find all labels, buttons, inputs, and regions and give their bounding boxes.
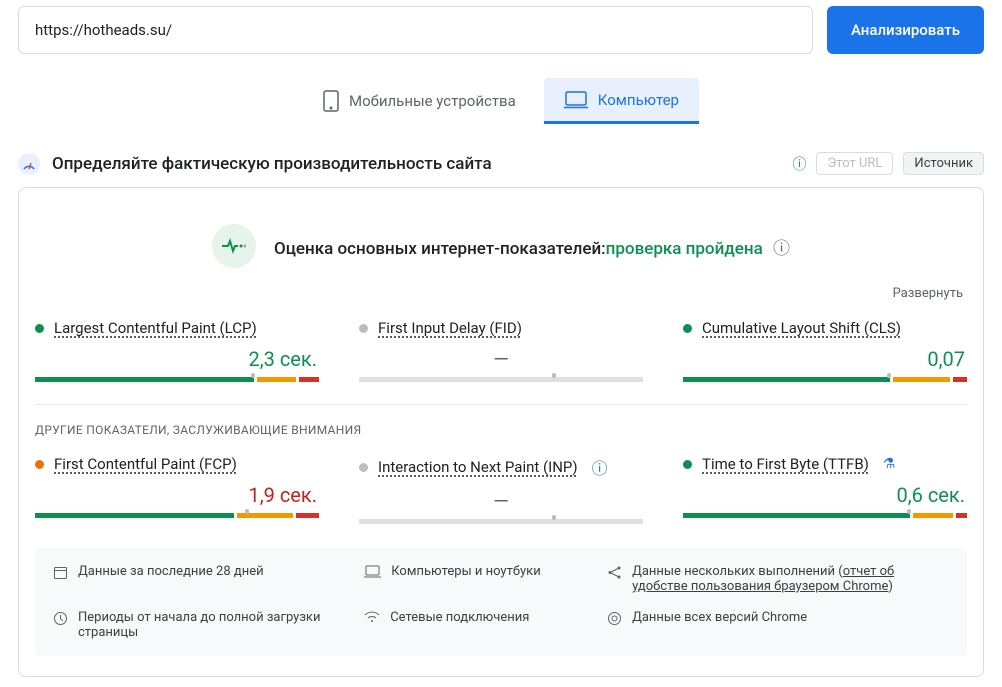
share-icon — [607, 565, 622, 580]
scope-pill-origin[interactable]: Источник — [903, 152, 984, 175]
ttfb-label[interactable]: Time to First Byte (TTFB) — [702, 455, 869, 473]
cls-bar — [683, 377, 967, 382]
inp-bar — [359, 519, 643, 524]
desktop-icon — [564, 91, 588, 109]
expand-link[interactable]: Развернуть — [39, 286, 963, 301]
lcp-bar — [35, 377, 319, 382]
clock-icon — [53, 611, 68, 626]
lcp-status-dot — [35, 324, 44, 333]
inp-status-dot — [359, 463, 368, 472]
inp-info-icon[interactable]: ⓘ — [592, 455, 608, 479]
info-icon[interactable]: ⓘ — [792, 154, 806, 174]
analyze-button[interactable]: Анализировать — [827, 6, 984, 54]
help-icon[interactable]: ⓘ — [773, 239, 790, 259]
wifi-icon — [364, 611, 380, 623]
tab-mobile-label: Мобильные устройства — [349, 92, 516, 110]
tab-desktop[interactable]: Компьютер — [544, 78, 699, 124]
fid-value: — — [361, 347, 641, 371]
metric-fcp: First Contentful Paint (FCP) 1,9 сек. — [35, 455, 319, 524]
section-title: Определяйте фактическую производительнос… — [52, 154, 780, 174]
mobile-icon — [323, 90, 339, 112]
cls-label[interactable]: Cumulative Layout Shift (CLS) — [702, 319, 901, 337]
fcp-label[interactable]: First Contentful Paint (FCP) — [54, 455, 237, 473]
calendar-icon — [53, 565, 68, 580]
footer-info: Данные за последние 28 дней Компьютеры и… — [35, 548, 967, 656]
vitals-icon — [212, 224, 256, 268]
metric-inp: Interaction to Next Paint (INP) ⓘ — — [359, 455, 643, 524]
fid-status-dot — [359, 324, 368, 333]
inp-label[interactable]: Interaction to Next Paint (INP) — [378, 458, 578, 476]
assessment-text: Оценка основных интернет-показателей:про… — [274, 234, 790, 259]
chrome-icon — [607, 611, 622, 626]
vitals-card: Оценка основных интернет-показателей:про… — [18, 187, 984, 677]
fid-label[interactable]: First Input Delay (FID) — [378, 319, 522, 337]
scope-pill-url[interactable]: Этот URL — [816, 152, 893, 175]
metric-lcp: Largest Contentful Paint (LCP) 2,3 сек. — [35, 319, 319, 382]
tab-mobile[interactable]: Мобильные устройства — [303, 78, 536, 124]
cls-status-dot — [683, 324, 692, 333]
laptop-icon — [364, 565, 381, 578]
lcp-label[interactable]: Largest Contentful Paint (LCP) — [54, 319, 257, 337]
lcp-value: 2,3 сек. — [37, 347, 317, 371]
fcp-value: 1,9 сек. — [37, 483, 317, 507]
ttfb-value: 0,6 сек. — [685, 483, 965, 507]
tab-desktop-label: Компьютер — [598, 91, 679, 109]
metric-cls: Cumulative Layout Shift (CLS) 0,07 — [683, 319, 967, 382]
inp-value: — — [361, 489, 641, 513]
fcp-bar — [35, 513, 319, 518]
ttfb-experimental-icon[interactable]: ⚗ — [883, 456, 896, 472]
cls-value: 0,07 — [685, 347, 965, 371]
gauge-icon — [18, 153, 40, 175]
url-input[interactable] — [18, 6, 813, 54]
ttfb-bar — [683, 513, 967, 518]
metric-fid: First Input Delay (FID) — — [359, 319, 643, 382]
ttfb-status-dot — [683, 460, 692, 469]
fid-bar — [359, 377, 643, 382]
other-metrics-heading: ДРУГИЕ ПОКАЗАТЕЛИ, ЗАСЛУЖИВАЮЩИЕ ВНИМАНИ… — [35, 423, 967, 437]
metric-ttfb: Time to First Byte (TTFB) ⚗ 0,6 сек. — [683, 455, 967, 524]
fcp-status-dot — [35, 460, 44, 469]
